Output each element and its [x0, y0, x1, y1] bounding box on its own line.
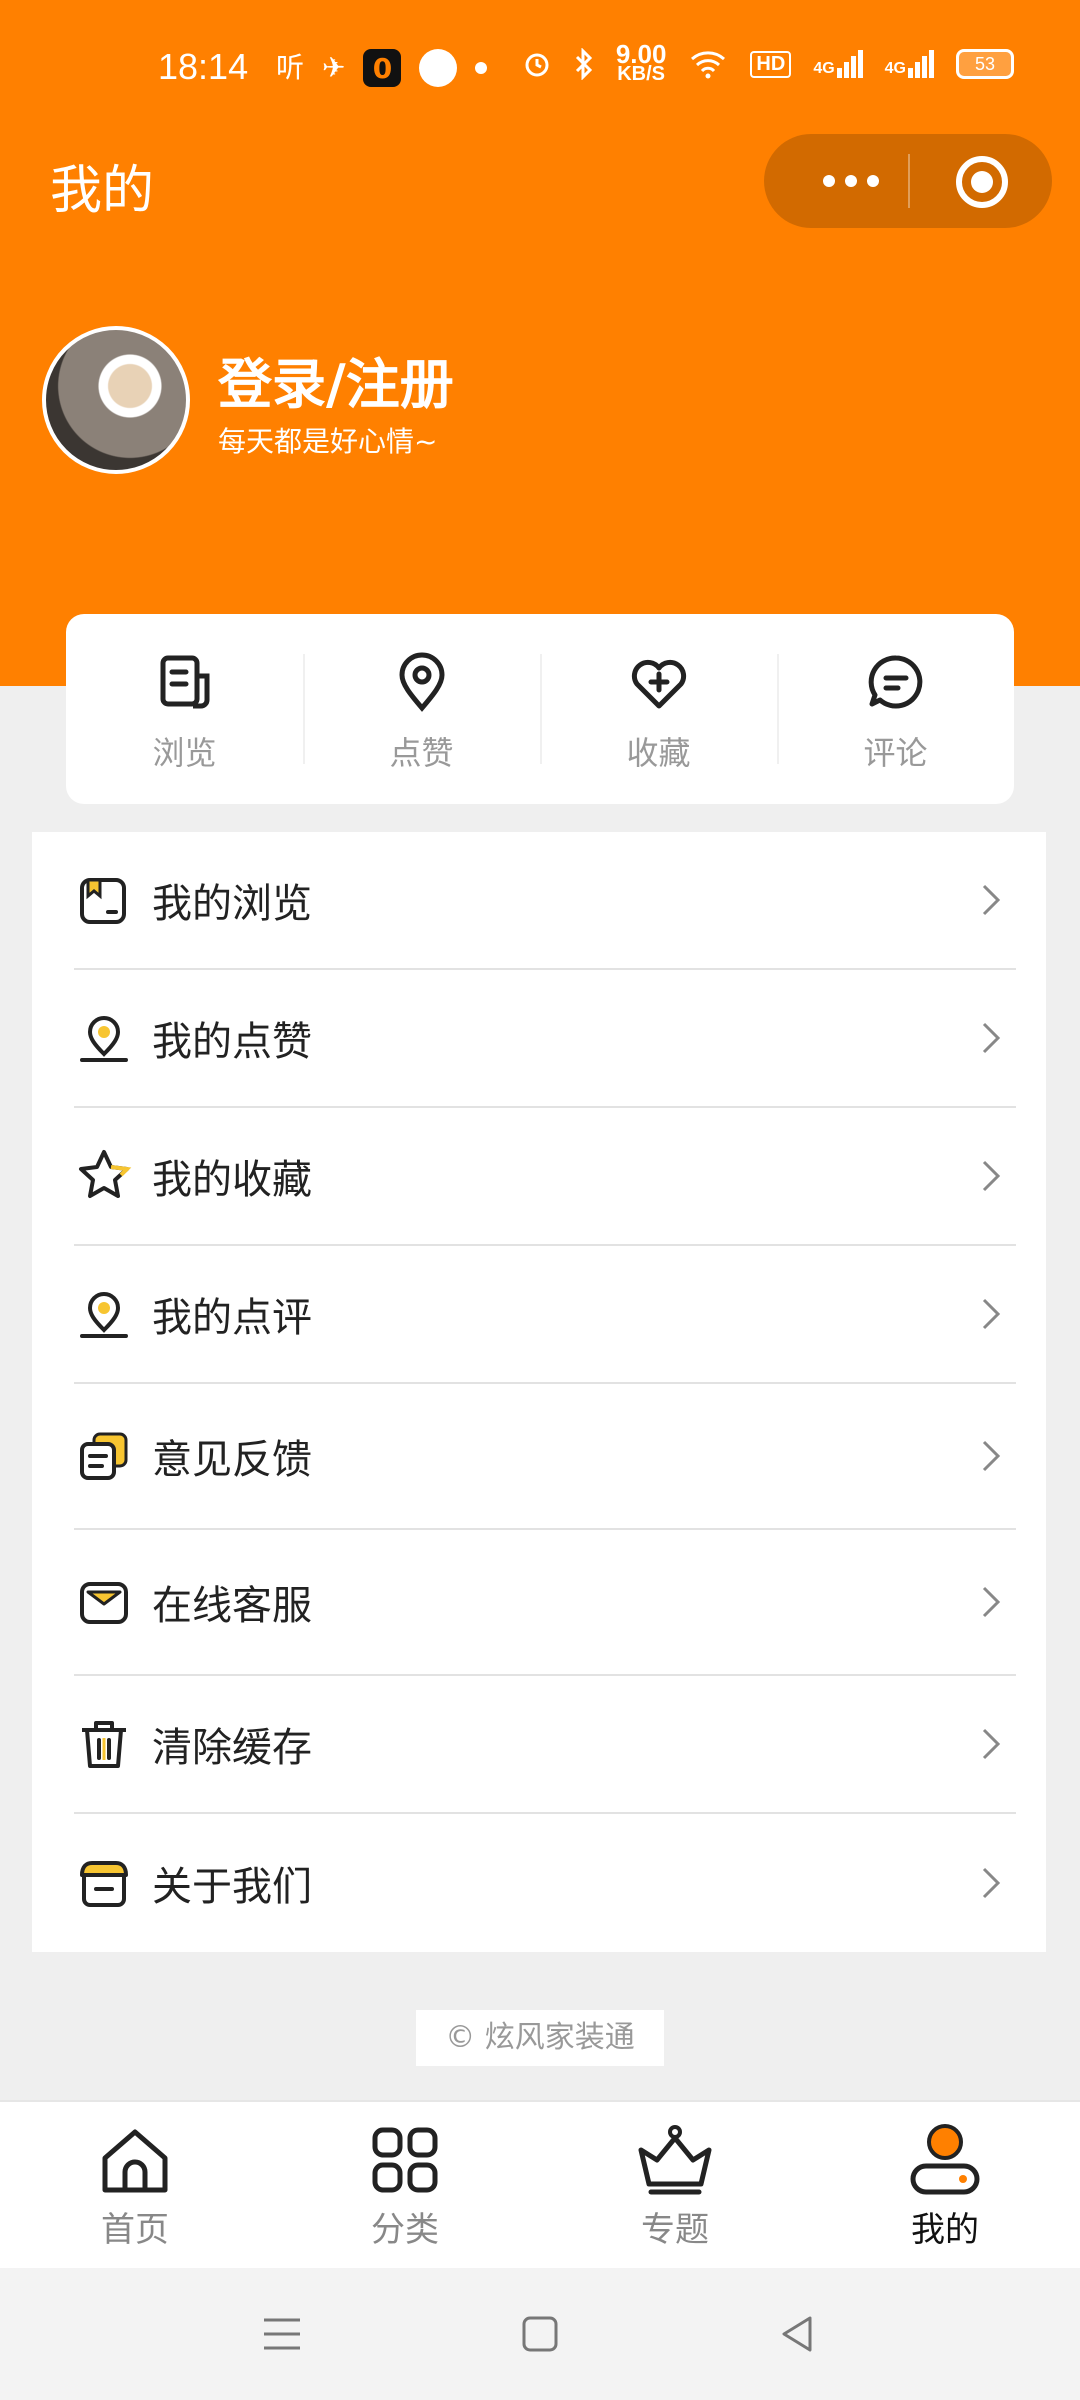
- profile-icon: [910, 2124, 980, 2195]
- menu-item-label: 意见反馈: [152, 1437, 312, 1483]
- menu-item-my-reviews[interactable]: 我的点评: [74, 1246, 1016, 1384]
- tab-topics[interactable]: 专题: [540, 2102, 810, 2268]
- quick-action-label: 浏览: [152, 734, 217, 772]
- tab-label: 分类: [371, 2210, 439, 2250]
- chevron-right-icon: [982, 1440, 1001, 1472]
- menu-item-label: 我的点评: [152, 1295, 312, 1341]
- status-bar: 18:14 听 ✈ 0 9.00 KB/S HD 4G 4G 53: [0, 40, 1080, 100]
- tab-home[interactable]: 首页: [0, 2102, 270, 2268]
- document-icon: [160, 655, 209, 709]
- trash-icon: [82, 1721, 126, 1768]
- quick-action-label: 点赞: [389, 734, 454, 772]
- ting-app-icon: 听: [276, 51, 305, 84]
- comment-icon: [868, 655, 922, 709]
- envelope-icon: [80, 1582, 128, 1624]
- home-icon: [102, 2129, 168, 2193]
- avatar[interactable]: [42, 326, 190, 474]
- alarm-icon: [525, 53, 549, 77]
- tab-label: 专题: [641, 2210, 709, 2250]
- quick-action-comment[interactable]: 评论: [777, 614, 1014, 804]
- quick-action-label: 收藏: [626, 734, 691, 772]
- quick-action-browse[interactable]: 浏览: [66, 614, 303, 804]
- chevron-right-icon: [982, 884, 1001, 916]
- menu-item-clear-cache[interactable]: 清除缓存: [74, 1676, 1016, 1814]
- bluetooth-icon: [575, 48, 592, 80]
- chevron-right-icon: [982, 1867, 1001, 1899]
- login-subtitle: 每天都是好心情~: [218, 425, 438, 458]
- chevron-right-icon: [982, 1298, 1001, 1330]
- tab-label: 我的: [911, 2210, 979, 2250]
- pin-review-icon: [80, 1292, 128, 1338]
- login-register-link[interactable]: 登录/注册: [218, 340, 454, 419]
- quick-actions-card: 浏览 点赞 收藏 评论: [66, 614, 1014, 804]
- tab-label: 首页: [101, 2210, 169, 2250]
- location-pin-icon: [398, 652, 445, 712]
- bottom-tab-bar: 首页 分类 专题 我的: [0, 2100, 1080, 2268]
- close-miniprogram-button[interactable]: [956, 156, 1008, 208]
- status-time: 18:14: [158, 46, 249, 87]
- browse-history-icon: [80, 878, 126, 924]
- signal-2-icon: 4G: [885, 50, 934, 78]
- capsule-divider: [908, 154, 910, 208]
- system-navigation-bar: [0, 2268, 1080, 2400]
- battery-icon: 53: [956, 49, 1014, 79]
- quick-action-label: 评论: [863, 734, 928, 772]
- quick-action-favorite[interactable]: 收藏: [540, 614, 777, 804]
- menu-list: 我的浏览 我的点赞 我的收藏 我的点评 意见反馈 在线客服 清除缓存 关于我们: [32, 832, 1046, 1952]
- music-app-icon: ✈: [322, 51, 346, 84]
- heart-plus-icon: [631, 659, 686, 709]
- back-triangle-icon[interactable]: [776, 2312, 820, 2356]
- quick-action-like[interactable]: 点赞: [303, 614, 540, 804]
- hd-voice-icon: HD: [750, 50, 792, 78]
- profile-header: 18:14 听 ✈ 0 9.00 KB/S HD 4G 4G 53 我的 登录/…: [0, 0, 1080, 686]
- feedback-icon: [80, 1432, 128, 1480]
- tab-category[interactable]: 分类: [270, 2102, 540, 2268]
- grid-icon: [372, 2127, 438, 2193]
- chevron-right-icon: [982, 1160, 1001, 1192]
- chevron-right-icon: [982, 1586, 1001, 1618]
- tab-mine[interactable]: 我的: [810, 2102, 1080, 2268]
- signal-1-icon: 4G: [813, 50, 863, 78]
- home-square-icon[interactable]: [518, 2312, 562, 2356]
- store-icon: [80, 1861, 128, 1907]
- star-icon: [79, 1150, 132, 1198]
- copyright-text: © 炫风家装通: [416, 2010, 664, 2066]
- menu-item-about-us[interactable]: 关于我们: [74, 1814, 1016, 1952]
- chevron-right-icon: [982, 1728, 1001, 1760]
- more-notifications-dot-icon: [475, 62, 488, 74]
- pin-like-icon: [80, 1016, 128, 1062]
- network-speed: 9.00 KB/S: [615, 39, 667, 85]
- menu-icon[interactable]: [260, 2312, 304, 2356]
- browser-app-icon: [419, 49, 458, 87]
- chevron-right-icon: [982, 1022, 1001, 1054]
- menu-item-label: 我的收藏: [152, 1157, 312, 1203]
- menu-item-label: 清除缓存: [152, 1725, 312, 1771]
- wifi-icon: [691, 51, 726, 79]
- menu-item-label: 关于我们: [152, 1864, 312, 1910]
- menu-item-feedback[interactable]: 意见反馈: [74, 1384, 1016, 1530]
- menu-item-online-support[interactable]: 在线客服: [74, 1530, 1016, 1676]
- menu-item-label: 我的浏览: [152, 881, 312, 927]
- menu-item-my-browse[interactable]: 我的浏览: [74, 832, 1016, 970]
- app-badge-icon: 0: [363, 49, 402, 87]
- miniprogram-capsule: [764, 134, 1052, 228]
- menu-item-my-likes[interactable]: 我的点赞: [74, 970, 1016, 1108]
- page-title: 我的: [50, 161, 155, 221]
- menu-item-label: 我的点赞: [152, 1019, 312, 1065]
- menu-item-my-favorites[interactable]: 我的收藏: [74, 1108, 1016, 1246]
- more-options-button[interactable]: [806, 156, 896, 206]
- menu-item-label: 在线客服: [152, 1583, 312, 1629]
- crown-icon: [638, 2125, 712, 2195]
